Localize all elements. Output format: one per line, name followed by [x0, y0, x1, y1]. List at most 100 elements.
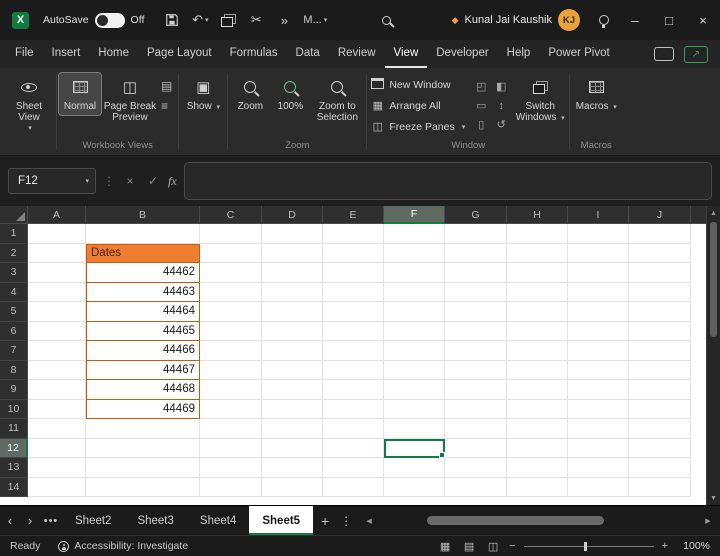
cut-button[interactable]: ✂: [243, 6, 269, 34]
new-window-button[interactable]: New Window: [371, 75, 465, 94]
hide-icon[interactable]: ▭: [476, 99, 486, 112]
zoom-out-icon[interactable]: −: [509, 540, 515, 552]
close-button[interactable]: ×: [686, 0, 720, 40]
cell-J13[interactable]: [629, 458, 691, 478]
vertical-scrollbar[interactable]: ▲ ▼: [706, 206, 720, 505]
copy-button[interactable]: [215, 6, 241, 34]
cell-G8[interactable]: [445, 361, 507, 381]
cell-A10[interactable]: [28, 400, 86, 420]
sheet-tab-sheet3[interactable]: Sheet3: [124, 506, 186, 535]
cell-E13[interactable]: [323, 458, 384, 478]
reset-window-position-icon[interactable]: ↺: [497, 118, 506, 131]
autosave-toggle[interactable]: [95, 13, 125, 28]
cell-H14[interactable]: [507, 478, 568, 498]
cell-B10[interactable]: 44469: [86, 400, 200, 420]
cell-J4[interactable]: [629, 283, 691, 303]
scroll-up-icon[interactable]: ▲: [707, 206, 720, 220]
row-header-11[interactable]: 11: [0, 419, 28, 439]
cell-D12[interactable]: [262, 439, 323, 459]
row-header-14[interactable]: 14: [0, 478, 28, 498]
cell-A6[interactable]: [28, 322, 86, 342]
excel-logo-icon[interactable]: X: [12, 12, 29, 29]
cell-H12[interactable]: [507, 439, 568, 459]
row-header-4[interactable]: 4: [0, 283, 28, 303]
menu-tab-file[interactable]: File: [6, 40, 43, 68]
normal-view-shortcut-icon[interactable]: ▦: [437, 539, 453, 554]
cell-A4[interactable]: [28, 283, 86, 303]
view-side-by-side-icon[interactable]: ◧: [496, 80, 506, 93]
cell-I3[interactable]: [568, 263, 629, 283]
cell-J10[interactable]: [629, 400, 691, 420]
avatar[interactable]: KJ: [558, 9, 580, 31]
cell-J11[interactable]: [629, 419, 691, 439]
sheet-more-icon[interactable]: ⋮: [337, 506, 355, 535]
cell-C12[interactable]: [200, 439, 262, 459]
menu-tab-help[interactable]: Help: [498, 40, 540, 68]
column-header-B[interactable]: B: [86, 206, 200, 224]
cell-A2[interactable]: [28, 244, 86, 264]
cell-J6[interactable]: [629, 322, 691, 342]
cell-B2[interactable]: Dates: [86, 244, 200, 264]
cell-A7[interactable]: [28, 341, 86, 361]
cell-H13[interactable]: [507, 458, 568, 478]
page-break-shortcut-icon[interactable]: ◫: [485, 539, 501, 554]
cell-B5[interactable]: 44464: [86, 302, 200, 322]
menu-tab-home[interactable]: Home: [89, 40, 138, 68]
cell-G12[interactable]: [445, 439, 507, 459]
cell-E9[interactable]: [323, 380, 384, 400]
cell-G6[interactable]: [445, 322, 507, 342]
cell-C5[interactable]: [200, 302, 262, 322]
formula-bar-drag-dots-icon[interactable]: ⋮: [103, 174, 115, 188]
cell-F2[interactable]: [384, 244, 445, 264]
normal-view-button[interactable]: Normal: [59, 73, 101, 115]
row-header-7[interactable]: 7: [0, 341, 28, 361]
cell-C2[interactable]: [200, 244, 262, 264]
split-icon[interactable]: ◰: [476, 80, 486, 93]
cell-G11[interactable]: [445, 419, 507, 439]
add-sheet-button[interactable]: +: [313, 506, 337, 535]
cell-G7[interactable]: [445, 341, 507, 361]
row-header-12[interactable]: 12: [0, 439, 28, 459]
cell-C14[interactable]: [200, 478, 262, 498]
cell-F3[interactable]: [384, 263, 445, 283]
cell-B4[interactable]: 44463: [86, 283, 200, 303]
show-button[interactable]: ▣ Show ▾: [181, 73, 225, 116]
cell-C1[interactable]: [200, 224, 262, 244]
cell-B13[interactable]: [86, 458, 200, 478]
cell-C9[interactable]: [200, 380, 262, 400]
comments-icon[interactable]: [654, 47, 674, 61]
cell-I4[interactable]: [568, 283, 629, 303]
cell-G4[interactable]: [445, 283, 507, 303]
cell-I14[interactable]: [568, 478, 629, 498]
cell-F14[interactable]: [384, 478, 445, 498]
cell-B14[interactable]: [86, 478, 200, 498]
horizontal-scrollbar[interactable]: ◀ ▶: [363, 506, 714, 535]
cell-D11[interactable]: [262, 419, 323, 439]
cell-I1[interactable]: [568, 224, 629, 244]
scroll-down-icon[interactable]: ▼: [707, 491, 720, 505]
cell-C7[interactable]: [200, 341, 262, 361]
page-layout-icon[interactable]: ▤: [161, 79, 172, 93]
cell-C8[interactable]: [200, 361, 262, 381]
cell-C10[interactable]: [200, 400, 262, 420]
cell-A14[interactable]: [28, 478, 86, 498]
cell-B7[interactable]: 44466: [86, 341, 200, 361]
column-header-C[interactable]: C: [200, 206, 262, 224]
menu-tab-review[interactable]: Review: [329, 40, 385, 68]
cell-B9[interactable]: 44468: [86, 380, 200, 400]
cell-I7[interactable]: [568, 341, 629, 361]
zoom-to-selection-button[interactable]: Zoom to Selection: [310, 73, 364, 126]
cell-A13[interactable]: [28, 458, 86, 478]
column-header-F[interactable]: F: [384, 206, 445, 224]
cell-G5[interactable]: [445, 302, 507, 322]
cell-D2[interactable]: [262, 244, 323, 264]
horizontal-scroll-track[interactable]: [375, 506, 702, 536]
cell-H9[interactable]: [507, 380, 568, 400]
formula-input[interactable]: [184, 162, 712, 200]
zoom-button[interactable]: Zoom: [230, 73, 270, 115]
cell-H8[interactable]: [507, 361, 568, 381]
synchronous-scrolling-icon[interactable]: ↕: [498, 100, 504, 112]
page-break-preview-button[interactable]: ◫ Page Break Preview: [101, 73, 159, 126]
cell-I13[interactable]: [568, 458, 629, 478]
sheet-nav-left-icon[interactable]: ‹: [0, 506, 20, 535]
